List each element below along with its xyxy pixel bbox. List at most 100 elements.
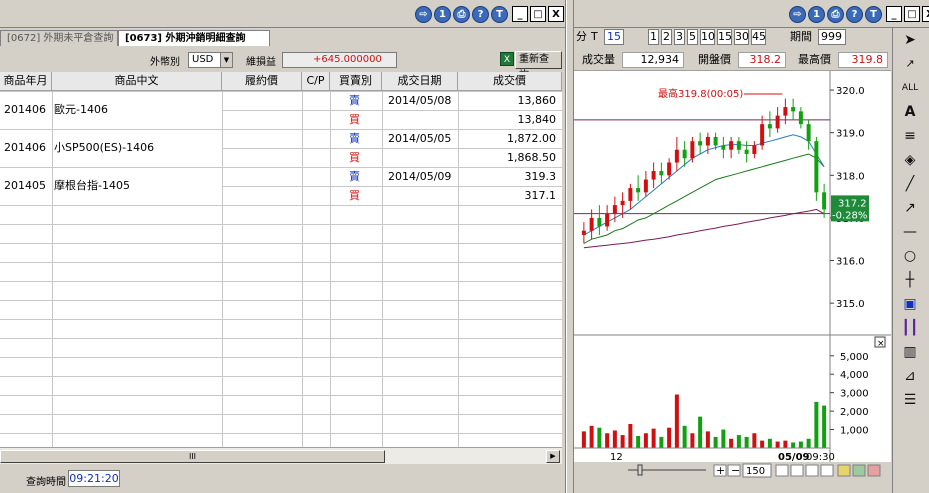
tab-open-position[interactable]: [0672] 外期未平倉查詢: [0, 30, 118, 46]
volume-bar: [721, 429, 726, 448]
save-icon[interactable]: [837, 464, 851, 477]
count-label: 期間: [790, 30, 812, 43]
forward-icon[interactable]: ⇨: [415, 6, 432, 23]
row-2-leg-2-price[interactable]: 1,868.50: [460, 149, 556, 167]
col-header-cp[interactable]: C/P: [302, 72, 330, 91]
maximize-button[interactable]: □: [904, 6, 920, 22]
t-icon[interactable]: T: [491, 6, 508, 23]
row-2-month[interactable]: 201406: [4, 139, 46, 157]
point-line-icon[interactable]: ↗: [899, 54, 921, 74]
row-3-month[interactable]: 201405: [4, 177, 46, 195]
period-select[interactable]: 15: [604, 29, 624, 45]
nav-prev-icon[interactable]: [775, 464, 789, 477]
row-2-leg-2-side[interactable]: 買: [349, 149, 360, 167]
horizontal-scrollbar[interactable]: III ▶: [0, 447, 562, 464]
arrow-line-icon[interactable]: ↗: [899, 198, 921, 218]
col-header-name[interactable]: 商品中文: [52, 72, 222, 91]
refresh-query-button[interactable]: 重新查詢: [515, 51, 562, 81]
candle-body: [612, 205, 617, 214]
col-header-strike[interactable]: 履約價: [222, 72, 302, 91]
cursor-arrow-icon[interactable]: ➤: [899, 30, 921, 50]
col-header-month[interactable]: 商品年月: [0, 72, 52, 91]
circle-icon[interactable]: ○: [899, 246, 921, 266]
col-header-price[interactable]: 成交價: [458, 72, 562, 91]
forward-icon[interactable]: ⇨: [789, 6, 806, 23]
row-3-name[interactable]: 摩根台指-1405: [54, 177, 130, 195]
excel-export-icon[interactable]: X: [500, 52, 514, 66]
close-button[interactable]: X: [922, 6, 929, 22]
row-1-leg-1-date[interactable]: 2014/05/08: [388, 92, 451, 110]
row-3-leg-1-side[interactable]: 賣: [349, 168, 360, 186]
row-2-leg-1-date[interactable]: 2014/05/05: [388, 130, 451, 148]
row-3-leg-2-side[interactable]: 買: [349, 187, 360, 205]
grid-vline: [330, 91, 331, 447]
fib-icon[interactable]: ☰: [899, 390, 921, 410]
grid-icon[interactable]: ▥: [899, 342, 921, 362]
candle-body: [814, 141, 819, 193]
price-chart[interactable]: 315.0316.0317.0318.0319.0320.0最高319.8(00…: [574, 70, 891, 463]
minimize-button[interactable]: _: [512, 6, 528, 22]
period-button-5[interactable]: 5: [687, 29, 698, 45]
one-icon[interactable]: 1: [808, 6, 825, 23]
count-input[interactable]: 999: [818, 29, 846, 45]
col-header-side[interactable]: 買賣別: [330, 72, 382, 91]
row-2-name[interactable]: 小SP500(ES)-1406: [54, 139, 154, 157]
row-1-leg-2-price[interactable]: 13,840: [460, 111, 557, 129]
close-button[interactable]: X: [548, 6, 564, 22]
row-1-leg-1-price[interactable]: 13,860: [460, 92, 557, 110]
one-icon[interactable]: 1: [434, 6, 451, 23]
left-title-buttons: ⇨ 1 ⎙ ? T _ □ X: [415, 6, 564, 23]
maximize-button[interactable]: □: [530, 6, 546, 22]
all-icon[interactable]: ALL: [899, 78, 921, 98]
row-1-name[interactable]: 歐元-1406: [54, 101, 108, 119]
diagonal-line-icon[interactable]: ╱: [899, 174, 921, 194]
row-3-leg-2-price[interactable]: 317.1: [460, 187, 557, 205]
print-icon[interactable]: ⎙: [453, 6, 470, 23]
scroll-thumb[interactable]: III: [0, 450, 385, 463]
scroll-right-icon[interactable]: ▶: [546, 450, 560, 463]
row-2-leg-1-price[interactable]: 1,872.00: [460, 130, 556, 148]
fan-icon[interactable]: ⊿: [899, 366, 921, 386]
hline-icon[interactable]: —: [899, 222, 921, 242]
period-button-45[interactable]: 45: [751, 29, 766, 45]
col-header-date[interactable]: 成交日期: [382, 72, 458, 91]
period-button-15[interactable]: 15: [717, 29, 732, 45]
pane-splitter[interactable]: [566, 0, 574, 493]
volume-bar: [752, 433, 757, 448]
period-button-30[interactable]: 30: [734, 29, 749, 45]
row-1-leg-2-side[interactable]: 買: [349, 111, 360, 129]
minimize-button[interactable]: _: [886, 6, 902, 22]
high-annotation: 最高319.8(00:05): [658, 87, 743, 100]
nav-home-icon[interactable]: [790, 464, 804, 477]
filter-bar: 外幣別 USD ▼ 維損益 +645.000000 X 重新查詢: [0, 50, 565, 81]
period-button-3[interactable]: 3: [674, 29, 685, 45]
layout-icon[interactable]: [852, 464, 866, 477]
hlines-icon[interactable]: ≡: [899, 126, 921, 146]
help-icon[interactable]: ?: [846, 6, 863, 23]
setting-icon[interactable]: [867, 464, 881, 477]
tab-offset-detail[interactable]: [0673] 外期沖銷明細查詢: [118, 30, 270, 46]
row-1-leg-1-side[interactable]: 賣: [349, 92, 360, 110]
text-icon[interactable]: A: [899, 102, 921, 122]
row-2-leg-1-side[interactable]: 賣: [349, 130, 360, 148]
currency-select[interactable]: USD ▼: [188, 52, 233, 68]
help-icon[interactable]: ?: [472, 6, 489, 23]
period-t-label[interactable]: T: [591, 29, 598, 45]
print-icon[interactable]: ⎙: [827, 6, 844, 23]
nav-next-icon[interactable]: [805, 464, 819, 477]
candle-icon[interactable]: ▣: [899, 294, 921, 314]
period-button-10[interactable]: 10: [700, 29, 715, 45]
nav-end-icon[interactable]: [820, 464, 834, 477]
candle-body: [767, 124, 772, 129]
period-button-2[interactable]: 2: [661, 29, 672, 45]
fill-icon[interactable]: ◈: [899, 150, 921, 170]
row-3-leg-1-price[interactable]: 319.3: [460, 168, 557, 186]
t-icon[interactable]: T: [865, 6, 882, 23]
row-1-month[interactable]: 201406: [4, 101, 46, 119]
zoom-slider-thumb[interactable]: [637, 464, 643, 476]
period-button-1[interactable]: 1: [648, 29, 659, 45]
bar-icon[interactable]: ┼: [899, 270, 921, 290]
vbars-icon[interactable]: ┃┃: [899, 318, 921, 338]
row-3-leg-1-date[interactable]: 2014/05/09: [388, 168, 451, 186]
zoom-out-glyph: −: [731, 464, 740, 477]
